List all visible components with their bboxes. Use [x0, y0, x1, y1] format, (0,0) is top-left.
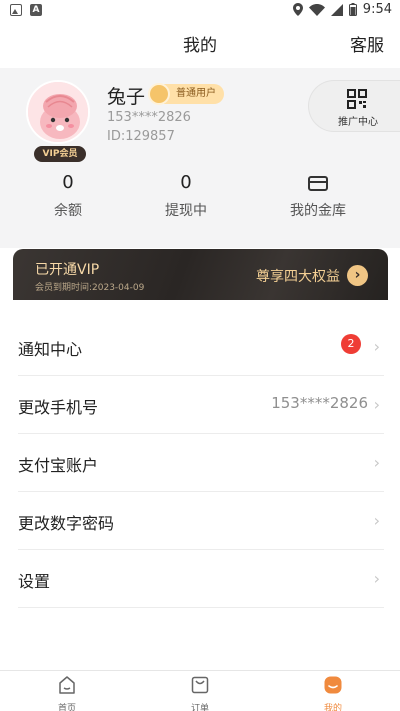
status-bar: A 9:54	[0, 0, 400, 22]
current-phone-value: 153****2826	[271, 394, 368, 412]
nav-label-mine: 我的	[323, 704, 342, 711]
qr-code-icon	[347, 89, 367, 109]
nav-label-orders: 订单	[190, 704, 209, 711]
vault-label: 我的金库	[290, 203, 346, 219]
app-notification-icon: A	[30, 4, 42, 16]
chevron-right-icon: ›	[373, 511, 380, 530]
status-notifications: A	[10, 4, 42, 16]
shopping-bag-icon	[191, 676, 209, 694]
nav-tab-mine[interactable]: 我的	[293, 675, 373, 711]
battery-icon	[348, 3, 357, 16]
vault-icon-holder	[268, 172, 368, 196]
page-title: 我的	[183, 36, 217, 56]
menu-item-label: 设置	[18, 572, 51, 591]
menu-item-label: 支付宝账户	[18, 456, 99, 475]
signal-icon	[330, 3, 343, 16]
stat-withdrawing[interactable]: 0 提现中	[136, 172, 236, 220]
level-coin-icon	[148, 83, 170, 105]
menu-item-change-pin[interactable]: 更改数字密码 ›	[18, 492, 384, 550]
chevron-right-icon: ›	[373, 453, 380, 472]
home-icon	[59, 676, 75, 694]
vip-status-title: 已开通VIP	[35, 262, 100, 278]
chevron-right-icon: ›	[373, 569, 380, 588]
menu-item-change-phone[interactable]: 更改手机号 153****2826 ›	[18, 376, 384, 434]
balance-label: 余额	[54, 203, 82, 219]
wifi-icon	[308, 3, 325, 16]
balance-value: 0	[62, 172, 74, 193]
chevron-right-icon[interactable]: ›	[347, 265, 368, 286]
user-phone: 153****2826	[107, 110, 191, 125]
menu-item-label: 更改数字密码	[18, 514, 115, 533]
header: 我的 客服	[0, 22, 400, 68]
chevron-right-icon: ›	[373, 395, 380, 414]
notification-count-badge: 2	[341, 334, 361, 354]
menu-item-label: 更改手机号	[18, 398, 99, 417]
user-id: ID:129857	[107, 129, 175, 144]
avatar[interactable]	[26, 80, 90, 144]
menu-item-alipay-account[interactable]: 支付宝账户 ›	[18, 434, 384, 492]
profile-face-icon	[324, 676, 342, 694]
user-level-badge: 普通用户	[148, 83, 224, 105]
profile-section: VIP会员 兔子 普通用户 153****2826 ID:129857 推广中心…	[0, 68, 400, 248]
nav-tab-home[interactable]: 首页	[27, 675, 107, 711]
stats-row: 0 余额 0 提现中 我的金库	[0, 172, 400, 228]
vip-member-tag: VIP会员	[34, 146, 86, 162]
promotion-center-button[interactable]: 推广中心	[308, 80, 400, 132]
vip-expiry-text: 会员到期时间:2023-04-09	[35, 283, 145, 293]
nav-tab-orders[interactable]: 订单	[160, 675, 240, 711]
avatar-container[interactable]: VIP会员	[26, 80, 94, 162]
stat-my-vault[interactable]: 我的金库	[268, 172, 368, 220]
bottom-navigation: 首页 订单 我的	[0, 670, 400, 711]
status-time: 9:54	[362, 2, 392, 17]
user-level-label: 普通用户	[164, 84, 224, 104]
image-notification-icon	[10, 4, 22, 16]
withdrawing-value: 0	[180, 172, 192, 193]
location-icon	[292, 3, 303, 16]
vip-banner[interactable]: 已开通VIP 会员到期时间:2023-04-09 尊享四大权益 ›	[13, 249, 388, 300]
menu-item-notifications[interactable]: 通知中心 2 ›	[18, 318, 384, 376]
menu-item-label: 通知中心	[18, 340, 83, 359]
nav-label-home: 首页	[57, 704, 76, 711]
settings-menu: 通知中心 2 › 更改手机号 153****2826 › 支付宝账户 › 更改数…	[18, 318, 384, 608]
vip-benefits-link[interactable]: 尊享四大权益	[256, 266, 340, 286]
menu-item-settings[interactable]: 设置 ›	[18, 550, 384, 608]
rabbit-avatar-icon	[28, 82, 88, 142]
promotion-center-label: 推广中心	[338, 117, 378, 128]
withdrawing-label: 提现中	[165, 203, 207, 219]
wallet-icon	[308, 176, 328, 191]
chevron-right-icon: ›	[373, 337, 380, 356]
stat-balance[interactable]: 0 余额	[18, 172, 118, 220]
customer-service-button[interactable]: 客服	[350, 31, 384, 56]
username: 兔子	[107, 86, 146, 108]
status-indicators: 9:54	[292, 2, 392, 17]
